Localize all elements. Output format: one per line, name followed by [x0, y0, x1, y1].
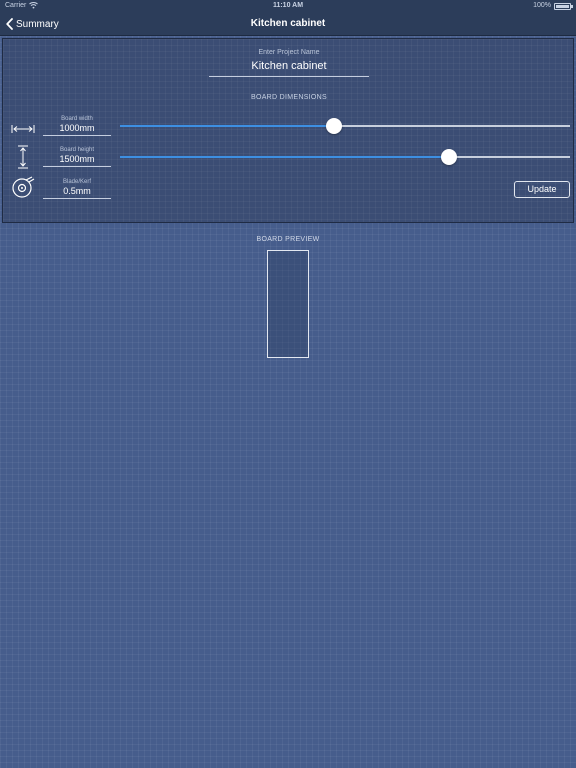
battery-icon [554, 3, 571, 10]
board-width-field[interactable]: 1000mm [43, 123, 111, 136]
page-title: Kitchen cabinet [250, 18, 326, 29]
board-width-label: Board width [61, 116, 93, 122]
saw-blade-icon [11, 176, 35, 203]
project-name-caption: Enter Project Name [258, 49, 320, 56]
board-height-label: Board height [59, 147, 95, 153]
board-height-slider-fill [120, 156, 449, 158]
update-button[interactable]: Update [514, 181, 570, 198]
board-height-slider[interactable] [120, 149, 570, 165]
status-time: 11:10 AM [272, 2, 304, 9]
blade-kerf-label: Blade/Kerf [62, 179, 92, 185]
board-preview-heading: BOARD PREVIEW [256, 236, 320, 243]
board-height-slider-thumb[interactable] [440, 149, 457, 165]
blade-kerf-field[interactable]: 0.5mm [43, 186, 111, 199]
board-width-slider-thumb[interactable] [325, 118, 342, 134]
battery-tip [571, 5, 573, 8]
board-width-slider[interactable] [120, 118, 570, 134]
horizontal-arrows-icon [11, 121, 35, 139]
board-dimensions-heading: BOARD DIMENSIONS [251, 94, 327, 101]
battery-percent: 100% [533, 2, 551, 9]
board-height-field[interactable]: 1500mm [43, 154, 111, 167]
board-settings-panel: Enter Project Name Kitchen cabinet BOARD… [2, 38, 574, 223]
vertical-arrows-icon [11, 145, 35, 174]
board-width-slider-fill [120, 125, 334, 127]
navigation-bar: Summary Kitchen cabinet [0, 12, 576, 36]
board-preview [267, 250, 309, 358]
project-name-input[interactable]: Kitchen cabinet [209, 60, 369, 77]
status-bar: Carrier 11:10 AM 100% [0, 0, 576, 12]
